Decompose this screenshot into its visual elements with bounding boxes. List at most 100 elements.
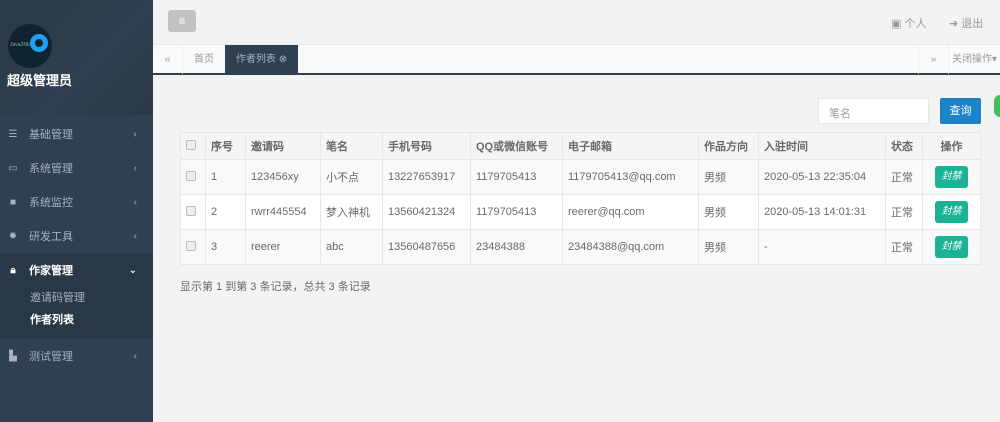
label: 关闭操作 bbox=[951, 54, 992, 65]
sidebar-item-test[interactable]: ▙ 测试管理 ‹ bbox=[0, 339, 153, 373]
sign-out-icon: ➜ bbox=[949, 18, 962, 30]
card-icon: ▣ bbox=[891, 18, 905, 30]
user-name: 超级管理员 bbox=[7, 73, 73, 88]
ban-button[interactable]: 封禁 bbox=[935, 166, 968, 188]
pagination-info: 显示第 1 到第 3 条记录，总共 3 条记录 bbox=[180, 281, 371, 293]
table-cell: 正常 bbox=[885, 229, 923, 265]
table-cell: 13560421324 bbox=[382, 194, 471, 230]
table-cell: 23484388@qq.com bbox=[562, 229, 699, 265]
table-cell: 1179705413 bbox=[470, 159, 563, 195]
label: 个人 bbox=[904, 18, 927, 30]
profile-link[interactable]: ▣ 个人 bbox=[891, 15, 926, 31]
lock-icon: 🔒︎ bbox=[10, 264, 16, 276]
column-header: 笔名 bbox=[320, 132, 383, 160]
table-row: 3 reerer abc 13560487656 23484388 23484388@qq… bbox=[180, 229, 981, 265]
table-cell: 13560487656 bbox=[382, 229, 471, 265]
label: 系统监控 bbox=[29, 197, 73, 209]
checkbox-cell[interactable] bbox=[180, 159, 206, 195]
chevron-left-icon: ‹ bbox=[133, 196, 137, 208]
logout-link[interactable]: ➜ 退出 bbox=[949, 15, 983, 31]
table-cell: 1 bbox=[205, 159, 246, 195]
table-cell: 正常 bbox=[885, 159, 923, 195]
sidebar: Java2Nb 超级管理员 ☰ 基础管理 ‹ ▭ 系统管理 ‹ ■ 系统监控 ‹ ✹ 研发工具… bbox=[0, 0, 153, 422]
label: 研发工具 bbox=[29, 231, 73, 243]
table-cell: 1179705413@qq.com bbox=[562, 159, 699, 195]
avatar[interactable]: Java2Nb bbox=[8, 24, 52, 68]
chevron-left-icon: ‹ bbox=[133, 162, 137, 174]
chevron-left-icon: ‹ bbox=[133, 230, 137, 242]
column-header: 状态 bbox=[885, 132, 923, 160]
bath-icon: ▙ bbox=[9, 350, 17, 362]
scroll-right-button[interactable]: » bbox=[918, 45, 948, 74]
column-header: 邀请码 bbox=[245, 132, 321, 160]
gear-icon: ✹ bbox=[8, 230, 18, 242]
column-header: 操作 bbox=[922, 132, 981, 160]
ban-button[interactable]: 封禁 bbox=[935, 201, 968, 223]
label: 测试管理 bbox=[29, 351, 73, 363]
floating-widget[interactable] bbox=[992, 93, 1000, 119]
checkbox-cell[interactable] bbox=[180, 194, 206, 230]
menu-toggle-button[interactable]: ≡ bbox=[168, 10, 196, 32]
tab-home[interactable]: 首页 bbox=[183, 45, 225, 74]
row-checkbox[interactable] bbox=[186, 170, 196, 181]
tab-author-list[interactable]: 作者列表 ⊗ bbox=[225, 45, 298, 74]
sidebar-item-monitor[interactable]: ■ 系统监控 ‹ bbox=[0, 185, 153, 219]
chevron-left-icon: ‹ bbox=[133, 128, 137, 140]
column-header: QQ或微信账号 bbox=[470, 132, 563, 160]
table-cell: reerer bbox=[245, 229, 321, 265]
checkbox-cell[interactable] bbox=[180, 229, 206, 265]
main-content: 笔名 查询 序号 邀请码 笔名 手机号码 QQ或微信账号 电子邮箱 作品方向 入驻时间 状态 操作… bbox=[153, 76, 1000, 422]
table-cell: rwrr445554 bbox=[245, 194, 321, 230]
table-cell: 23484388 bbox=[470, 229, 563, 265]
column-header: 电子邮箱 bbox=[562, 132, 699, 160]
table-cell: 梦入神机 bbox=[320, 194, 383, 230]
chevron-left-icon: ‹ bbox=[133, 350, 137, 362]
close-operations-dropdown[interactable]: 关闭操作▾ bbox=[948, 45, 1000, 74]
gear-icon bbox=[30, 34, 48, 52]
table-cell: 1179705413 bbox=[470, 194, 563, 230]
label: 作者列表 bbox=[235, 54, 276, 65]
table-cell: 123456xy bbox=[245, 159, 321, 195]
column-header: 序号 bbox=[205, 132, 246, 160]
tab-bar: « 首页 作者列表 ⊗ » 关闭操作▾ bbox=[153, 44, 1000, 75]
author-table: 序号 邀请码 笔名 手机号码 QQ或微信账号 电子邮箱 作品方向 入驻时间 状态 操作 1 1234… bbox=[180, 132, 981, 265]
ban-button[interactable]: 封禁 bbox=[935, 236, 968, 258]
table-cell: 2020-05-13 22:35:04 bbox=[758, 159, 886, 195]
table-cell: abc bbox=[320, 229, 383, 265]
sidebar-item-basic[interactable]: ☰ 基础管理 ‹ bbox=[0, 117, 153, 151]
table-row: 1 123456xy 小不点 13227653917 1179705413 1179705… bbox=[180, 159, 981, 195]
sidebar-sub-authors[interactable]: 作者列表 bbox=[0, 309, 153, 331]
sidebar-item-system[interactable]: ▭ 系统管理 ‹ bbox=[0, 151, 153, 185]
close-icon[interactable]: ⊗ bbox=[279, 54, 287, 65]
row-checkbox[interactable] bbox=[186, 205, 196, 216]
scroll-left-button[interactable]: « bbox=[153, 45, 183, 74]
checkbox[interactable] bbox=[186, 139, 196, 150]
table-cell: - bbox=[758, 229, 886, 265]
table-cell: 男频 bbox=[698, 194, 759, 230]
bars-icon: ☰ bbox=[8, 128, 18, 140]
chevron-down-icon: ⌄ bbox=[128, 264, 137, 276]
column-header: 入驻时间 bbox=[758, 132, 886, 160]
table-cell: 2 bbox=[205, 194, 246, 230]
select-all[interactable] bbox=[180, 132, 206, 160]
search-button[interactable]: 查询 bbox=[940, 98, 981, 124]
label: 退出 bbox=[961, 18, 984, 30]
table-cell: reerer@qq.com bbox=[562, 194, 699, 230]
table-cell: 男频 bbox=[698, 159, 759, 195]
column-header: 手机号码 bbox=[382, 132, 471, 160]
table-cell: 男频 bbox=[698, 229, 759, 265]
logo-text: Java2Nb bbox=[10, 42, 30, 48]
label: 系统管理 bbox=[29, 163, 73, 175]
video-icon: ■ bbox=[9, 196, 17, 208]
table-cell: 3 bbox=[205, 229, 246, 265]
sidebar-item-author[interactable]: 🔒︎ 作家管理 ⌄ bbox=[0, 253, 153, 287]
profile-area: Java2Nb 超级管理员 bbox=[0, 0, 153, 115]
table-cell: 2020-05-13 14:01:31 bbox=[758, 194, 886, 230]
column-header: 作品方向 bbox=[698, 132, 759, 160]
pen-name-input[interactable]: 笔名 bbox=[818, 98, 929, 124]
row-checkbox[interactable] bbox=[186, 240, 196, 251]
action-cell: 封禁 bbox=[922, 159, 981, 195]
sidebar-item-devtools[interactable]: ✹ 研发工具 ‹ bbox=[0, 219, 153, 253]
sidebar-sub-invite[interactable]: 邀请码管理 bbox=[0, 287, 153, 309]
table-cell: 小不点 bbox=[320, 159, 383, 195]
